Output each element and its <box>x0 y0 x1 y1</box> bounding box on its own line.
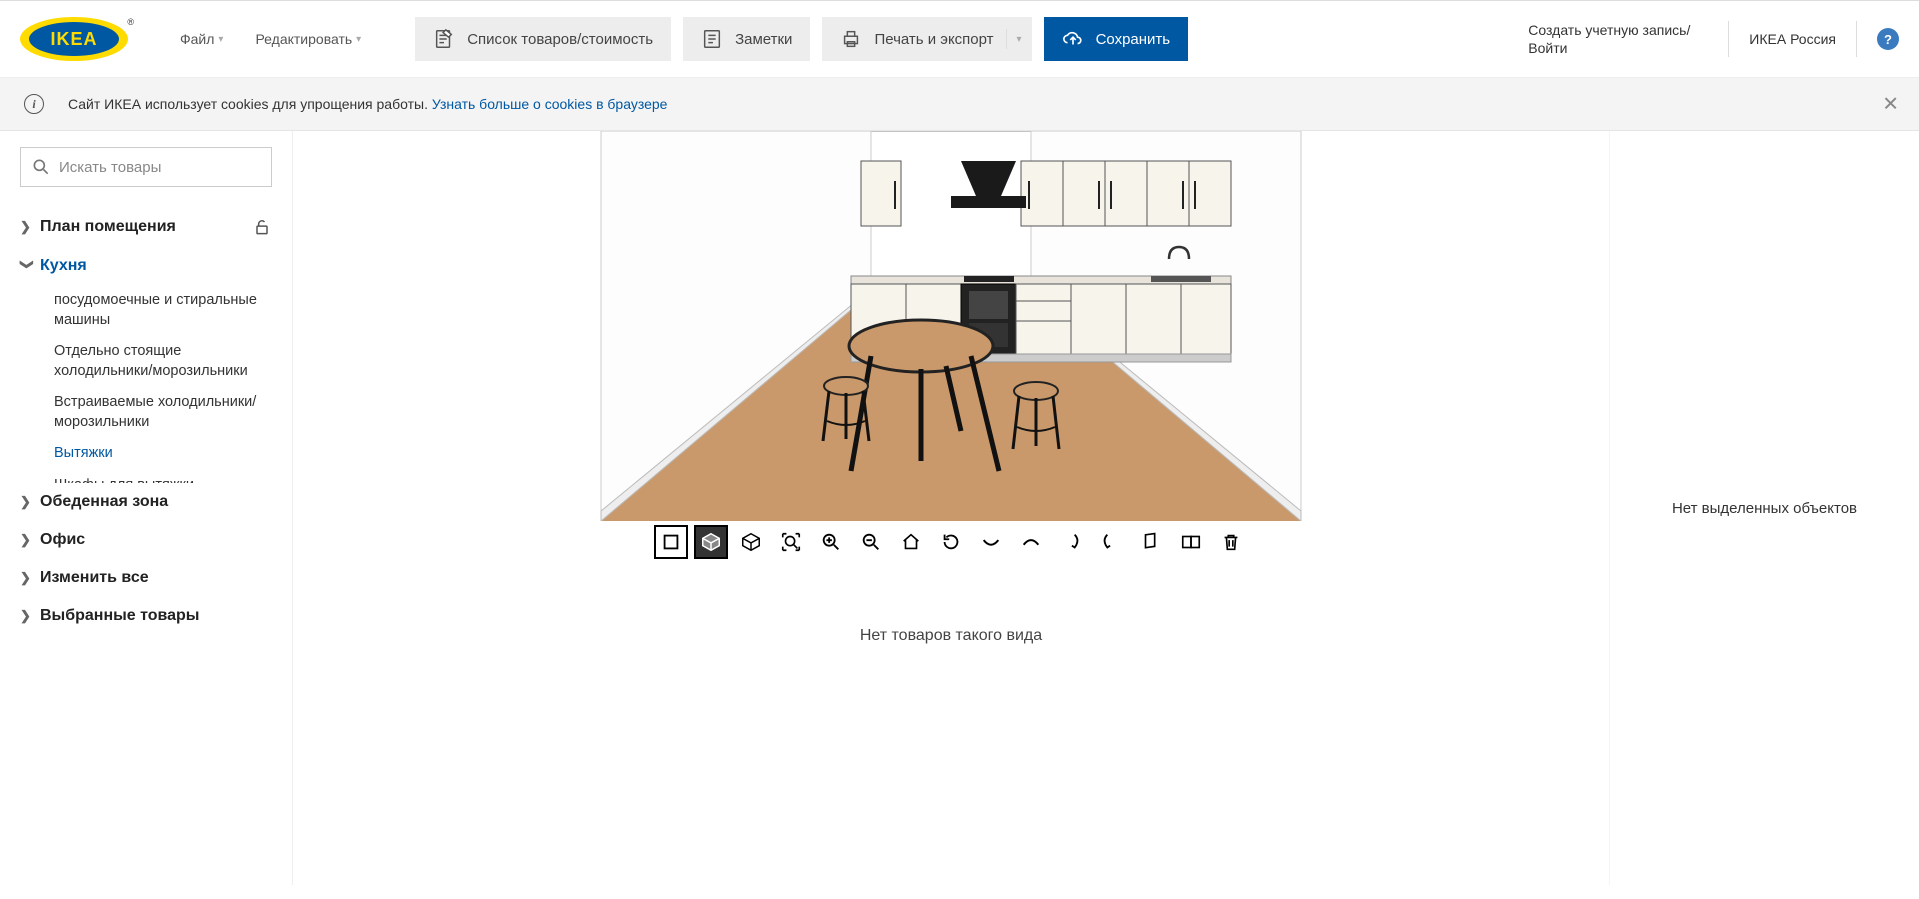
region-link[interactable]: ИКЕА Россия <box>1749 31 1836 47</box>
list-icon <box>433 28 455 50</box>
notes-label: Заметки <box>735 31 792 48</box>
product-list-button[interactable]: Список товаров/стоимость <box>415 17 671 61</box>
unlock-icon[interactable] <box>252 217 272 237</box>
print-dropdown[interactable]: ▾ <box>1006 29 1032 49</box>
close-icon[interactable]: ✕ <box>1882 92 1899 117</box>
canvas-area: Нет товаров такого вида <box>293 131 1609 885</box>
main-layout: ❯ План помещения ❯ Кухня посудомоечные и… <box>0 131 1919 885</box>
sidebar-item-label: Кухня <box>40 257 87 275</box>
account-link[interactable]: Создать учетную запись/ Войти <box>1528 21 1708 57</box>
app-header: IKEA ® Файл ▾ Редактировать ▾ Список тов… <box>0 0 1919 78</box>
sidebar-item-kitchen[interactable]: ❯ Кухня <box>0 247 292 285</box>
zoom-fit-button[interactable] <box>774 525 808 559</box>
chevron-right-icon: ❯ <box>20 219 34 235</box>
notes-button[interactable]: Заметки <box>683 17 810 61</box>
no-selection-label: Нет выделенных объектов <box>1672 500 1857 517</box>
cloud-save-icon <box>1062 28 1084 50</box>
chevron-right-icon: ❯ <box>20 608 34 624</box>
tilt-up-button[interactable] <box>1014 525 1048 559</box>
chevron-down-icon: ▾ <box>218 34 223 45</box>
help-button[interactable]: ? <box>1877 28 1899 50</box>
print-label: Печать и экспорт <box>874 31 993 48</box>
view-3d-wire-button[interactable] <box>734 525 768 559</box>
save-button[interactable]: Сохранить <box>1044 17 1189 61</box>
chevron-right-icon: ❯ <box>20 532 34 548</box>
sidebar-item-label: План помещения <box>40 218 176 236</box>
trademark: ® <box>127 17 134 27</box>
rotate-left-button[interactable] <box>934 525 968 559</box>
edit-menu[interactable]: Редактировать ▾ <box>245 31 371 47</box>
sub-item-hood-cabinets[interactable]: Шкафы для вытяжки <box>40 470 292 483</box>
chevron-right-icon: ❯ <box>20 494 34 510</box>
zoom-in-button[interactable] <box>814 525 848 559</box>
cookie-message: Сайт ИКЕА использует cookies для упрощен… <box>68 96 432 112</box>
sidebar-item-label: Изменить все <box>40 569 149 587</box>
sidebar-item-office[interactable]: ❯ Офис <box>0 521 292 559</box>
file-menu[interactable]: Файл ▾ <box>170 31 233 47</box>
view-3d-solid-button[interactable] <box>694 525 728 559</box>
sidebar-item-selected[interactable]: ❯ Выбранные товары <box>0 597 292 635</box>
search-input[interactable] <box>59 159 261 176</box>
kitchen-submenu: посудомоечные и стиральные машины Отдель… <box>0 285 292 483</box>
tilt-down-button[interactable] <box>974 525 1008 559</box>
measurements-button[interactable] <box>1174 525 1208 559</box>
left-sidebar: ❯ План помещения ❯ Кухня посудомоечные и… <box>0 131 293 885</box>
view-2d-button[interactable] <box>654 525 688 559</box>
logo-text: IKEA <box>29 22 119 56</box>
sidebar-item-label: Обеденная зона <box>40 493 168 511</box>
selection-panel: Нет выделенных объектов <box>1609 131 1919 885</box>
search-box[interactable] <box>20 147 272 187</box>
sidebar-item-room-plan[interactable]: ❯ План помещения <box>0 207 292 247</box>
print-export-button[interactable]: Печать и экспорт ▾ <box>822 17 1031 61</box>
search-icon <box>31 157 51 177</box>
no-products-message: Нет товаров такого вида <box>293 567 1609 705</box>
3d-viewport[interactable] <box>293 131 1609 521</box>
file-menu-label: Файл <box>180 31 214 47</box>
sidebar-item-dining[interactable]: ❯ Обеденная зона <box>0 483 292 521</box>
product-list-label: Список товаров/стоимость <box>467 31 653 48</box>
edit-menu-label: Редактировать <box>255 31 352 47</box>
rotate-ccw-button[interactable] <box>1094 525 1128 559</box>
viewport-toolbar <box>293 521 1609 567</box>
cookie-notice: i Сайт ИКЕА использует cookies для упрощ… <box>0 78 1919 131</box>
chevron-down-icon: ▾ <box>1017 34 1022 45</box>
print-icon <box>840 28 862 50</box>
sub-item-builtin-fridges[interactable]: Встраиваемые холодильники/морозильники <box>40 387 292 438</box>
sub-item-dishwashers[interactable]: посудомоечные и стиральные машины <box>40 285 292 336</box>
ikea-logo[interactable]: IKEA ® <box>20 17 128 61</box>
divider <box>1728 21 1729 57</box>
chevron-down-icon: ▾ <box>356 34 361 45</box>
delete-button[interactable] <box>1214 525 1248 559</box>
home-view-button[interactable] <box>894 525 928 559</box>
chevron-right-icon: ❯ <box>20 570 34 586</box>
save-label: Сохранить <box>1096 31 1171 48</box>
chevron-down-icon: ❯ <box>19 259 35 273</box>
sidebar-item-label: Выбранные товары <box>40 607 199 625</box>
sub-item-hoods[interactable]: Вытяжки <box>40 438 292 470</box>
kitchen-render <box>551 131 1351 521</box>
notes-icon <box>701 28 723 50</box>
cookie-text: Сайт ИКЕА использует cookies для упрощен… <box>68 96 667 112</box>
cookie-link[interactable]: Узнать больше о cookies в браузере <box>432 96 668 112</box>
zoom-out-button[interactable] <box>854 525 888 559</box>
sub-item-fridges[interactable]: Отдельно стоящие холодильники/морозильни… <box>40 336 292 387</box>
show-item-button[interactable] <box>1134 525 1168 559</box>
sidebar-item-change-all[interactable]: ❯ Изменить все <box>0 559 292 597</box>
account-label: Создать учетную запись/ Войти <box>1528 21 1708 57</box>
info-icon: i <box>24 94 44 114</box>
divider <box>1856 21 1857 57</box>
rotate-cw-button[interactable] <box>1054 525 1088 559</box>
sidebar-item-label: Офис <box>40 531 85 549</box>
